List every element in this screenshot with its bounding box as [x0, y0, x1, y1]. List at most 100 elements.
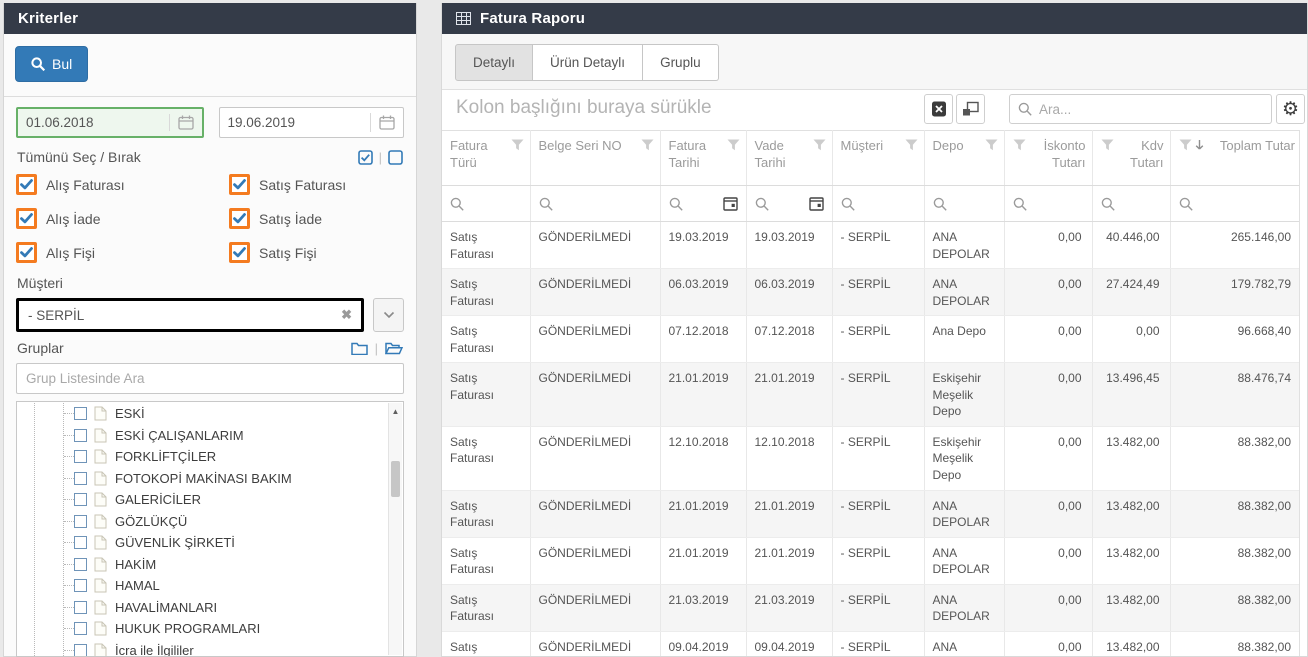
- column-chooser-button[interactable]: [956, 94, 985, 124]
- table-cell[interactable]: 13.496,45: [1092, 363, 1170, 427]
- column-header[interactable]: Vade Tarihi: [746, 131, 832, 186]
- table-cell[interactable]: - SERPİL: [832, 631, 924, 656]
- tab-gruplu[interactable]: Gruplu: [643, 44, 719, 81]
- tab-ürün-detaylı[interactable]: Ürün Detaylı: [533, 44, 643, 81]
- group-tree-item[interactable]: GÜVENLİK ŞİRKETİ: [17, 532, 388, 554]
- table-cell[interactable]: Ana Depo: [924, 316, 1004, 363]
- table-cell[interactable]: Satış Faturası: [442, 584, 530, 631]
- column-filter-cell[interactable]: [442, 186, 530, 222]
- invoice-type-checkbox[interactable]: Alış İade: [16, 208, 229, 229]
- tree-checkbox[interactable]: [74, 450, 87, 463]
- column-filter-cell[interactable]: [1004, 186, 1092, 222]
- table-cell[interactable]: 96.668,40: [1170, 316, 1299, 363]
- column-filter-cell[interactable]: [660, 186, 746, 222]
- table-cell[interactable]: Eskişehir Meşelik Depo: [924, 426, 1004, 490]
- table-cell[interactable]: Satış Faturası: [442, 426, 530, 490]
- column-header[interactable]: Depo: [924, 131, 1004, 186]
- table-cell[interactable]: 06.03.2019: [660, 269, 746, 316]
- group-tree-item[interactable]: GÖZLÜKÇÜ: [17, 511, 388, 533]
- table-cell[interactable]: 19.03.2019: [660, 222, 746, 269]
- table-cell[interactable]: Satış Faturası: [442, 222, 530, 269]
- table-cell[interactable]: 12.10.2018: [746, 426, 832, 490]
- filter-funnel-icon[interactable]: [905, 138, 918, 155]
- search-icon[interactable]: [1013, 197, 1027, 211]
- table-cell[interactable]: Eskişehir Meşelik Depo: [924, 363, 1004, 427]
- find-button[interactable]: Bul: [15, 46, 88, 82]
- column-filter-cell[interactable]: [1170, 186, 1299, 222]
- tree-checkbox[interactable]: [74, 622, 87, 635]
- tree-scrollbar[interactable]: ▲: [388, 403, 402, 655]
- filter-funnel-icon[interactable]: [727, 138, 740, 172]
- column-header[interactable]: Müşteri: [832, 131, 924, 186]
- table-row[interactable]: Satış FaturasıGÖNDERİLMEDİ19.03.201919.0…: [442, 222, 1299, 269]
- table-cell[interactable]: 88.382,00: [1170, 537, 1299, 584]
- table-cell[interactable]: 21.01.2019: [660, 363, 746, 427]
- table-cell[interactable]: 12.10.2018: [660, 426, 746, 490]
- column-header[interactable]: Fatura Türü: [442, 131, 530, 186]
- table-cell[interactable]: GÖNDERİLMEDİ: [530, 537, 660, 584]
- group-tree-item[interactable]: FOTOKOPİ MAKİNASI BAKIM: [17, 468, 388, 490]
- column-header[interactable]: Toplam Tutar: [1170, 131, 1299, 186]
- column-header[interactable]: Fatura Tarihi: [660, 131, 746, 186]
- search-icon[interactable]: [841, 197, 855, 211]
- table-cell[interactable]: - SERPİL: [832, 269, 924, 316]
- table-row[interactable]: Satış FaturasıGÖNDERİLMEDİ06.03.201906.0…: [442, 269, 1299, 316]
- group-tree-item[interactable]: GALERİCİLER: [17, 489, 388, 511]
- table-cell[interactable]: ANA DEPOLAR: [924, 584, 1004, 631]
- column-filter-cell[interactable]: [746, 186, 832, 222]
- table-cell[interactable]: 0,00: [1092, 316, 1170, 363]
- table-cell[interactable]: 06.03.2019: [746, 269, 832, 316]
- group-tree-item[interactable]: HAVALİMANLARI: [17, 597, 388, 619]
- grid-search-box[interactable]: [1009, 94, 1272, 124]
- table-row[interactable]: Satış FaturasıGÖNDERİLMEDİ12.10.201812.1…: [442, 426, 1299, 490]
- invoice-type-checkbox[interactable]: Satış Fişi: [229, 242, 404, 263]
- table-cell[interactable]: 13.482,00: [1092, 584, 1170, 631]
- table-cell[interactable]: GÖNDERİLMEDİ: [530, 363, 660, 427]
- filter-funnel-icon[interactable]: [511, 138, 524, 172]
- table-cell[interactable]: Satış Faturası: [442, 316, 530, 363]
- tree-checkbox[interactable]: [74, 493, 87, 506]
- filter-funnel-icon[interactable]: [985, 138, 998, 155]
- table-cell[interactable]: 0,00: [1004, 537, 1092, 584]
- search-icon[interactable]: [1101, 197, 1115, 211]
- table-cell[interactable]: ANA DEPOLAR: [924, 269, 1004, 316]
- checkbox-checked-icon[interactable]: [16, 208, 37, 229]
- customer-combo-input[interactable]: - SERPİL ✖: [16, 298, 364, 332]
- table-cell[interactable]: 0,00: [1004, 426, 1092, 490]
- search-icon[interactable]: [669, 197, 683, 211]
- checkbox-checked-icon[interactable]: [229, 242, 250, 263]
- table-cell[interactable]: 88.382,00: [1170, 584, 1299, 631]
- calendar-icon[interactable]: [178, 115, 194, 130]
- table-cell[interactable]: ANA DEPOLAR: [924, 490, 1004, 537]
- table-cell[interactable]: 0,00: [1004, 490, 1092, 537]
- tree-checkbox[interactable]: [74, 558, 87, 571]
- tree-checkbox[interactable]: [74, 472, 87, 485]
- table-cell[interactable]: GÖNDERİLMEDİ: [530, 222, 660, 269]
- table-cell[interactable]: Satış Faturası: [442, 631, 530, 656]
- table-cell[interactable]: 0,00: [1004, 363, 1092, 427]
- tree-checkbox[interactable]: [74, 536, 87, 549]
- table-cell[interactable]: 07.12.2018: [660, 316, 746, 363]
- calendar-icon[interactable]: [723, 196, 738, 211]
- table-row[interactable]: Satış FaturasıGÖNDERİLMEDİ21.01.201921.0…: [442, 490, 1299, 537]
- table-cell[interactable]: 09.04.2019: [660, 631, 746, 656]
- invoice-type-checkbox[interactable]: Alış Faturası: [16, 174, 229, 195]
- table-cell[interactable]: - SERPİL: [832, 426, 924, 490]
- table-cell[interactable]: 27.424,49: [1092, 269, 1170, 316]
- table-row[interactable]: Satış FaturasıGÖNDERİLMEDİ09.04.201909.0…: [442, 631, 1299, 656]
- table-cell[interactable]: 07.12.2018: [746, 316, 832, 363]
- table-cell[interactable]: 13.482,00: [1092, 426, 1170, 490]
- tab-detaylı[interactable]: Detaylı: [455, 44, 533, 81]
- customer-dropdown-button[interactable]: [373, 298, 404, 332]
- search-icon[interactable]: [933, 197, 947, 211]
- table-cell[interactable]: 88.382,00: [1170, 631, 1299, 656]
- calendar-icon[interactable]: [809, 196, 824, 211]
- group-tree-item[interactable]: İcra ile İlgililer: [17, 640, 388, 657]
- table-cell[interactable]: - SERPİL: [832, 316, 924, 363]
- export-excel-button[interactable]: [924, 94, 953, 124]
- invoice-type-checkbox[interactable]: Satış İade: [229, 208, 404, 229]
- folder-closed-icon[interactable]: [351, 341, 368, 355]
- column-header[interactable]: Kdv Tutarı: [1092, 131, 1170, 186]
- scrollbar-thumb[interactable]: [391, 461, 400, 497]
- table-cell[interactable]: - SERPİL: [832, 490, 924, 537]
